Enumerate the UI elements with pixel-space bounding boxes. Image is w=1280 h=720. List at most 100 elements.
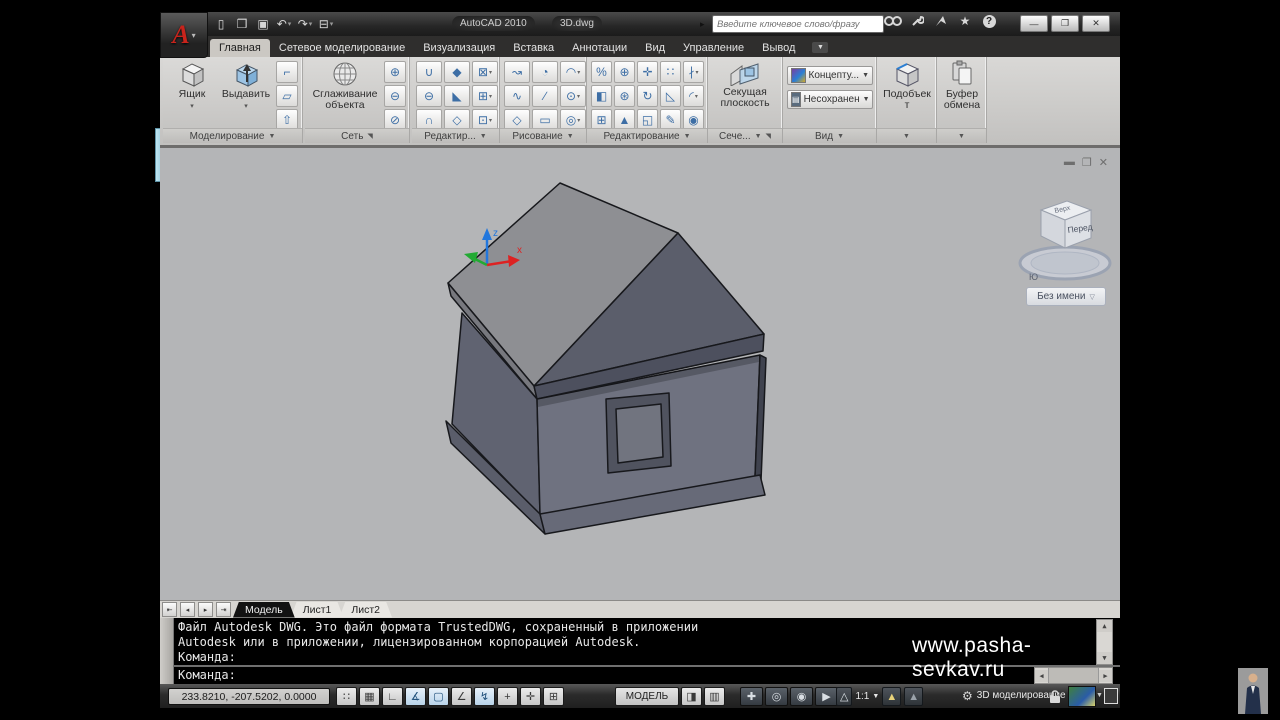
spline-icon[interactable]: ∿ <box>504 85 530 107</box>
mirror-icon[interactable]: ◧ <box>591 85 612 107</box>
annotation-scale-dropdown-icon[interactable]: ▼ <box>872 693 879 700</box>
redo-icon[interactable]: ↷▾ <box>296 15 314 32</box>
move-icon[interactable]: ✛ <box>637 61 658 83</box>
next-tab-icon[interactable]: ▸ <box>198 602 213 617</box>
scroll-left-icon[interactable]: ◀ <box>1035 670 1048 682</box>
smooth-less-icon[interactable]: ⊖ <box>384 85 406 107</box>
scroll-up-icon[interactable]: ▲ <box>1097 620 1112 632</box>
house-3d-model[interactable]: z x <box>160 148 1120 600</box>
smooth-object-button[interactable]: Сглаживание объекта <box>311 60 379 111</box>
panel-label-solid-editing[interactable]: Редактир...▼ <box>412 128 499 143</box>
qat-overflow-icon[interactable]: ▸ <box>700 19 705 30</box>
box-button[interactable]: Ящик▾ <box>169 60 215 112</box>
ribbon-tab[interactable]: Визуализация <box>414 39 504 57</box>
otrack-toggle[interactable]: ∠ <box>451 687 472 706</box>
panel-label-mesh[interactable]: Сеть◥ <box>305 128 409 143</box>
ribbon-tab[interactable]: Аннотации <box>563 39 636 57</box>
break-icon[interactable]: ∤▾ <box>683 61 704 83</box>
ribbon-tab[interactable]: Главная <box>210 39 270 57</box>
minimize-button[interactable]: — <box>1020 15 1048 32</box>
ducs-toggle[interactable]: ↯ <box>474 687 495 706</box>
shell-icon[interactable]: ⊞▾ <box>472 85 498 107</box>
planar-surface-icon[interactable]: ▱ <box>276 85 298 107</box>
polyline-icon[interactable]: ↝ <box>504 61 530 83</box>
smooth-more-icon[interactable]: ⊕ <box>384 61 406 83</box>
steering-wheel-icon[interactable]: ◉ <box>790 687 813 706</box>
new-icon[interactable]: ▯ <box>212 15 230 32</box>
ribbon-tab[interactable]: Вид <box>636 39 674 57</box>
ribbon-tab[interactable]: Вывод <box>753 39 804 57</box>
osnap-toggle[interactable]: ▢ <box>428 687 449 706</box>
scrollbar-thumb[interactable] <box>1048 668 1099 683</box>
panel-label-draw[interactable]: Рисование▼ <box>500 128 586 143</box>
thicken-icon[interactable]: ◆ <box>444 61 470 83</box>
annotation-autoscale-icon[interactable]: ▲ <box>904 687 923 706</box>
status-menu-dropdown-icon[interactable]: ▼ <box>1096 692 1103 699</box>
scroll-right-icon[interactable]: ▶ <box>1099 670 1112 682</box>
circle-icon[interactable]: ⊙▾ <box>560 85 586 107</box>
fillet-icon[interactable]: ◜▾ <box>683 85 704 107</box>
3d-move-gizmo-icon[interactable]: ⊕ <box>614 61 635 83</box>
model-space-button[interactable]: МОДЕЛЬ <box>615 687 679 706</box>
trim-icon[interactable]: ◺ <box>660 85 681 107</box>
rotate-icon[interactable]: ↻ <box>637 85 658 107</box>
lwt-toggle[interactable]: ✛ <box>520 687 541 706</box>
panel-label-clipboard[interactable]: ▼ <box>937 128 986 143</box>
extrude-button[interactable]: Выдавить▾ <box>221 60 271 112</box>
visual-style-dropdown[interactable]: Концепту...▼ <box>787 66 873 85</box>
layout-tab[interactable]: Модель <box>233 602 295 618</box>
favorites-star-icon[interactable]: ★ <box>954 12 976 30</box>
application-menu-button[interactable]: A▾ <box>160 12 208 58</box>
copy-icon[interactable]: ∷ <box>660 61 681 83</box>
panel-label-modeling[interactable]: Моделирование▼ <box>163 128 302 143</box>
coordinates-display[interactable]: 233.8210, -207.5202, 0.0000 <box>168 688 330 705</box>
polysolid-icon[interactable]: ⌐ <box>276 61 298 83</box>
annotation-visibility-icon[interactable]: ▲ <box>882 687 901 706</box>
close-button[interactable]: ✕ <box>1082 15 1110 32</box>
command-vertical-scrollbar[interactable]: ▲ ▼ <box>1096 619 1113 665</box>
drawing-area[interactable]: ▬ ❐ ✕ <box>160 148 1120 600</box>
ribbon-collapse-icon[interactable]: ▼ <box>812 42 828 53</box>
print-icon[interactable]: ⊟▾ <box>317 15 335 32</box>
layout-tab[interactable]: Лист1 <box>291 602 344 618</box>
clean-screen-icon[interactable] <box>1104 688 1118 704</box>
explode-icon[interactable]: % <box>591 61 612 83</box>
undo-icon[interactable]: ↶▾ <box>275 15 293 32</box>
subscription-wrench-icon[interactable] <box>906 12 928 30</box>
panel-label-section[interactable]: Сече...▼◥ <box>708 128 782 143</box>
layout-tab[interactable]: Лист2 <box>339 602 392 618</box>
ribbon-tab[interactable]: Управление <box>674 39 753 57</box>
command-horizontal-scrollbar[interactable]: ◀ ▶ <box>1034 667 1113 684</box>
quick-view-drawings-icon[interactable]: ▥ <box>704 687 725 706</box>
named-view-dropdown[interactable]: ▤ Несохранен▼ <box>787 90 873 109</box>
command-window-grip[interactable] <box>160 618 174 684</box>
sculpt-icon[interactable]: ◣ <box>444 85 470 107</box>
command-window[interactable]: Файл Autodesk DWG. Это файл формата Trus… <box>160 618 1120 684</box>
snap-toggle[interactable]: ∷ <box>336 687 357 706</box>
communication-center-icon[interactable] <box>930 12 952 30</box>
extract-edges-icon[interactable]: ⊠▾ <box>472 61 498 83</box>
prev-tab-icon[interactable]: ◂ <box>180 602 195 617</box>
polar-toggle[interactable]: ∡ <box>405 687 426 706</box>
clipboard-button[interactable]: Буфер обмена <box>940 60 984 111</box>
viewcube-view-name-button[interactable]: Без имени▽ <box>1026 287 1106 306</box>
ortho-toggle[interactable]: ∟ <box>382 687 403 706</box>
showmotion-icon[interactable]: ▶ <box>815 687 838 706</box>
quick-view-layouts-icon[interactable]: ◨ <box>681 687 702 706</box>
annotation-scale-value[interactable]: 1:1 <box>855 691 869 702</box>
array-polar-icon[interactable]: ⊛ <box>614 85 635 107</box>
pan-icon[interactable]: ✚ <box>740 687 763 706</box>
arc-icon[interactable]: ◠▾ <box>560 61 586 83</box>
last-tab-icon[interactable]: ⇥ <box>216 602 231 617</box>
subobject-button[interactable]: Подобъект <box>882 60 932 111</box>
dyn-toggle[interactable]: + <box>497 687 518 706</box>
zoom-icon[interactable]: ◎ <box>765 687 788 706</box>
first-tab-icon[interactable]: ⇤ <box>162 602 177 617</box>
panel-label-view[interactable]: Вид▼ <box>783 128 876 143</box>
command-prompt[interactable]: Команда: <box>178 668 236 682</box>
restore-button[interactable]: ❐ <box>1051 15 1079 32</box>
line-icon[interactable]: ∕ <box>532 85 558 107</box>
qp-toggle[interactable]: ⊞ <box>543 687 564 706</box>
ribbon-tab[interactable]: Сетевое моделирование <box>270 39 414 57</box>
ribbon-tab[interactable]: Вставка <box>504 39 563 57</box>
